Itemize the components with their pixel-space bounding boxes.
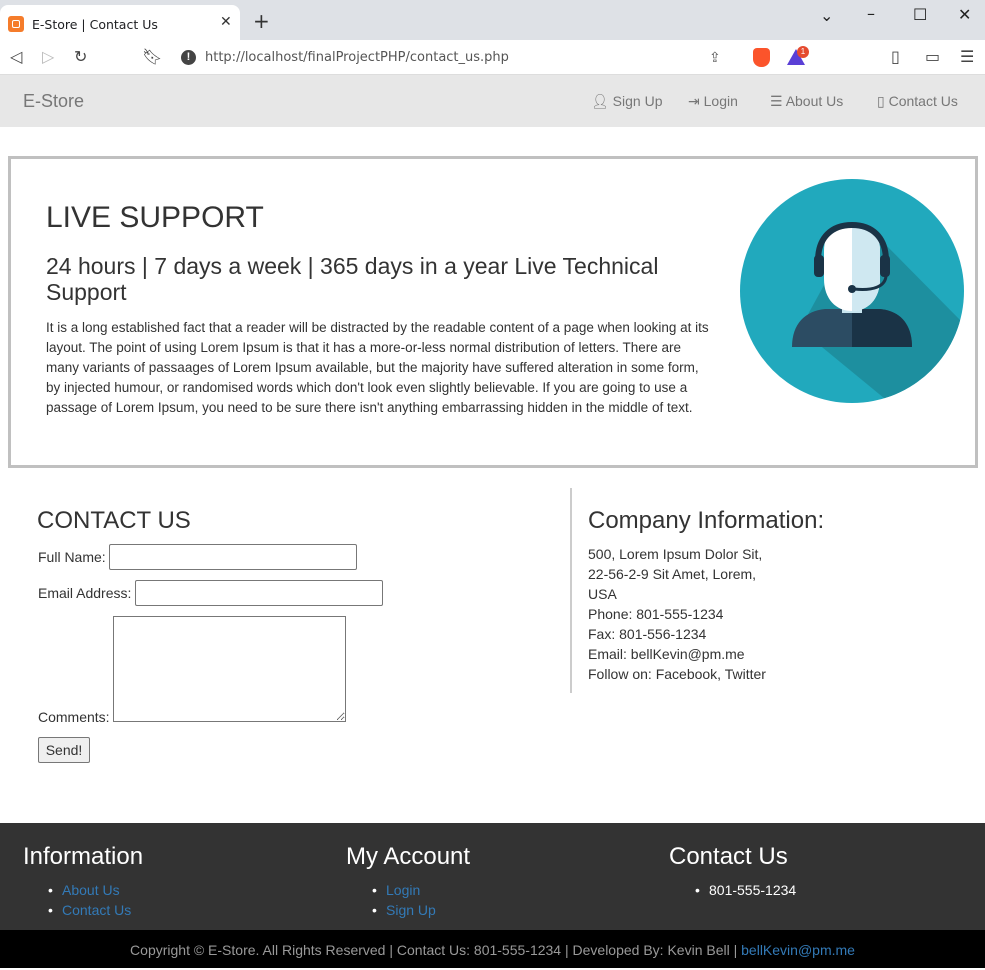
copyright-email-link[interactable]: bellKevin@pm.me (741, 942, 855, 958)
send-button[interactable]: Send! (38, 737, 90, 763)
list-icon: ☰ (770, 93, 783, 109)
live-support-body: It is a long established fact that a rea… (46, 320, 709, 415)
footer-link-sign-up[interactable]: Sign Up (370, 900, 436, 920)
comments-textarea[interactable] (113, 616, 346, 722)
company-info-details: 500, Lorem Ipsum Dolor Sit, 22-56-2-9 Si… (588, 544, 766, 684)
live-support-jumbotron: LIVE SUPPORT 24 hours | 7 days a week | … (8, 156, 978, 468)
company-email: Email: bellKevin@pm.me (588, 646, 745, 662)
menu-icon[interactable]: ☰ (960, 47, 974, 66)
xampp-favicon-icon (8, 16, 24, 32)
login-icon: ⇥ (688, 93, 700, 109)
address-bar[interactable]: ! http://localhost/finalProjectPHP/conta… (171, 44, 814, 72)
contact-us-title: CONTACT US (37, 507, 191, 534)
sidebar-icon[interactable]: ▯ (891, 47, 900, 66)
footer-information-title: Information (23, 843, 144, 870)
company-info-title: Company Information: (588, 507, 825, 534)
browser-tabbar: E-Store | Contact Us ✕ + ⌄ – ☐ ✕ (0, 0, 985, 40)
footer-contact-us-title: Contact Us (669, 843, 788, 870)
nav-sign-up[interactable]: 👤︎ Sign Up (591, 93, 662, 110)
footer-link-contact-us[interactable]: Contact Us (46, 900, 131, 920)
site-navbar: E-Store 👤︎ Sign Up ⇥ Login ☰ About Us ▯ … (0, 75, 985, 127)
company-fax: Fax: 801-556-1234 (588, 626, 707, 642)
site-info-icon[interactable]: ! (181, 50, 196, 65)
new-tab-icon[interactable]: + (253, 11, 270, 31)
footer-my-account-title: My Account (346, 843, 471, 870)
full-name-label: Full Name: (38, 549, 106, 565)
live-support-heading: LIVE SUPPORT (46, 201, 264, 234)
nav-login[interactable]: ⇥ Login (688, 93, 738, 110)
nav-about-us-label: About Us (785, 93, 844, 109)
footer-contact-phone: 801-555-1234 (693, 880, 796, 900)
comments-label: Comments: (38, 709, 110, 725)
reload-icon[interactable]: ↻ (74, 47, 87, 66)
window-close-icon[interactable]: ✕ (958, 5, 971, 24)
tab-title: E-Store | Contact Us (32, 17, 158, 32)
address-line-1: 500, Lorem Ipsum Dolor Sit, (588, 546, 763, 562)
email-address-input[interactable] (135, 580, 383, 606)
copyright-text: Copyright © E-Store. All Rights Reserved… (130, 942, 738, 958)
full-name-input[interactable] (109, 544, 357, 570)
company-phone: Phone: 801-555-1234 (588, 606, 724, 622)
nav-contact-us[interactable]: ▯ Contact Us (877, 93, 958, 110)
brand-link[interactable]: E-Store (23, 91, 84, 112)
copyright-bar: Copyright © E-Store. All Rights Reserved… (0, 930, 985, 968)
forward-icon[interactable]: ▷ (42, 47, 54, 66)
nav-sign-up-label: Sign Up (612, 93, 663, 109)
browser-toolbar: ◁ ▷ ↻ 🔖︎ ! http://localhost/finalProject… (0, 40, 985, 75)
url-text[interactable]: http://localhost/finalProjectPHP/contact… (205, 50, 509, 65)
support-agent-icon (740, 179, 964, 403)
back-icon[interactable]: ◁ (10, 47, 22, 66)
company-follow: Follow on: Facebook, Twitter (588, 666, 766, 682)
email-address-label: Email Address: (38, 585, 132, 601)
brave-shields-icon[interactable] (753, 48, 770, 67)
close-tab-icon[interactable]: ✕ (220, 14, 232, 30)
browser-tab[interactable]: E-Store | Contact Us ✕ (0, 5, 240, 40)
wallet-icon[interactable]: ▭ (925, 47, 940, 66)
address-line-2: 22-56-2-9 Sit Amet, Lorem, (588, 566, 757, 582)
address-line-3: USA (588, 586, 617, 602)
footer: Information About Us Contact Us My Accou… (0, 823, 985, 930)
tab-search-chevron-icon[interactable]: ⌄ (820, 6, 833, 25)
live-support-subheading: 24 hours | 7 days a week | 365 days in a… (46, 253, 659, 305)
bookmark-icon[interactable]: 🔖︎ (142, 47, 162, 66)
minimize-icon[interactable]: – (867, 4, 875, 23)
nav-contact-us-label: Contact Us (888, 93, 958, 109)
section-divider (570, 488, 572, 693)
nav-about-us[interactable]: ☰ About Us (770, 93, 843, 110)
brave-rewards-badge: 1 (797, 46, 809, 58)
footer-link-login[interactable]: Login (370, 880, 436, 900)
footer-link-about-us[interactable]: About Us (46, 880, 131, 900)
nav-login-label: Login (703, 93, 738, 109)
user-icon: 👤︎ (591, 93, 609, 109)
phone-icon: ▯ (877, 93, 885, 109)
share-icon[interactable]: ⇪ (709, 49, 721, 66)
maximize-icon[interactable]: ☐ (913, 5, 927, 24)
